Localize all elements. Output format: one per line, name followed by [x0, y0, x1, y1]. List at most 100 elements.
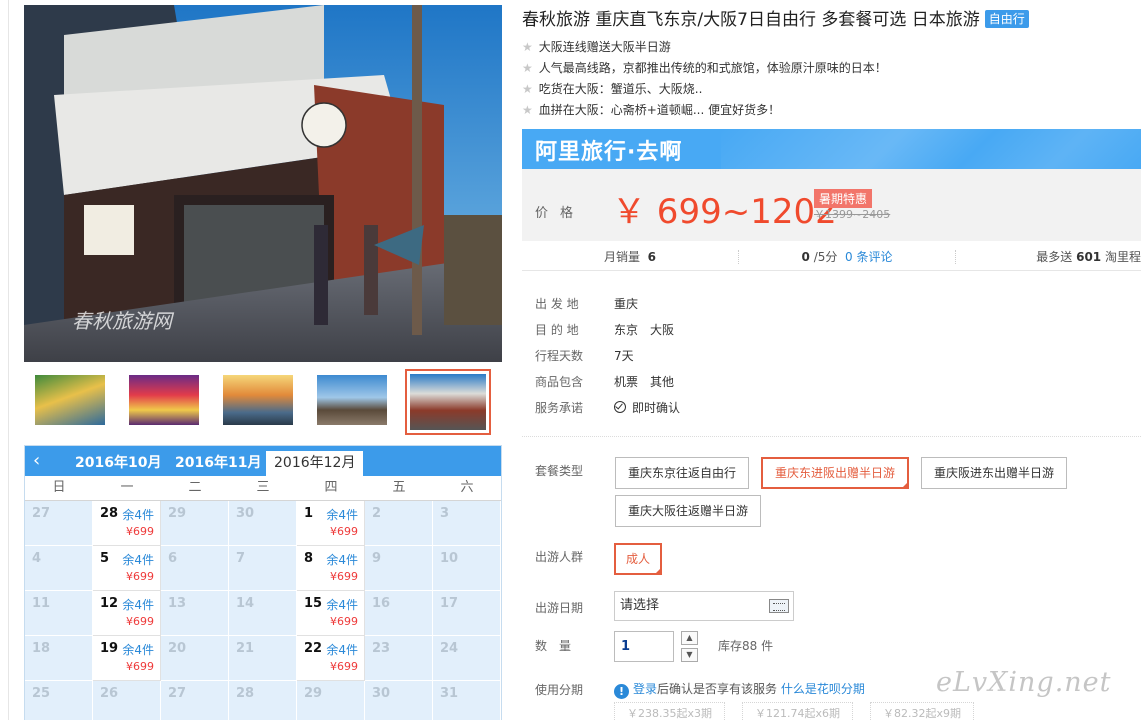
calendar-day: 21: [229, 636, 297, 681]
calendar-day-available[interactable]: 5 余4件 ¥699: [93, 546, 161, 591]
day-price: ¥699: [126, 615, 154, 628]
huabei-installment-link[interactable]: 什么是花呗分期: [781, 682, 865, 696]
tab-month-october[interactable]: 2016年10月: [67, 451, 169, 476]
feature-text: 血拼在大阪：心斋桥+道顿崛... 便宜好货多！: [538, 103, 781, 117]
product-type-badge: 自由行: [984, 10, 1029, 28]
feature-list: ★ 大阪连线赠送大阪半日游 ★ 人气最高线路，京都推出传统的和式旅馆，体验原汁原味的…: [522, 37, 887, 121]
calendar-day-available[interactable]: 15 余4件 ¥699: [297, 591, 365, 636]
weekday-label: 四: [324, 480, 338, 495]
calendar-day-available[interactable]: 19 余4件 ¥699: [93, 636, 161, 681]
rating-summary: 0 /5分 0 条评论: [801, 250, 893, 264]
calendar-day: 27: [161, 681, 229, 720]
day-stock: 余4件: [122, 553, 154, 567]
calendar-day: 26: [93, 681, 161, 720]
package-option-1[interactable]: 重庆东京往返自由行: [615, 457, 750, 489]
package-option-2-selected[interactable]: 重庆东进阪出赠半日游: [761, 457, 910, 489]
installment-option-3[interactable]: ￥238.35起x3期: [614, 702, 725, 720]
day-price: ¥699: [330, 660, 358, 673]
thumbnail-4[interactable]: [312, 370, 392, 430]
quantity-input[interactable]: 1: [614, 631, 674, 662]
day-price: ¥699: [126, 570, 154, 583]
travel-date-picker[interactable]: 请选择: [614, 591, 794, 621]
reviews-link[interactable]: 0 条评论: [845, 250, 892, 264]
check-circle-icon: [614, 401, 626, 413]
section-divider: [522, 436, 1141, 437]
thumbnail-5-selected[interactable]: [405, 369, 491, 435]
calendar-day: 17: [433, 591, 501, 636]
product-title: 春秋旅游 重庆直飞东京/大阪7日自由行 多套餐可选 日本旅游 自由行: [522, 5, 1029, 30]
day-number: 24: [440, 641, 459, 656]
feature-text: 人气最高线路，京都推出传统的和式旅馆，体验原汁原味的日本！: [538, 61, 887, 75]
calendar-day-available[interactable]: 28 余4件 ¥699: [93, 501, 161, 546]
day-price: ¥699: [126, 525, 154, 538]
departure-calendar: ‹ 2016年10月 2016年11月 2016年12月 日 一 二 三 四 五…: [24, 445, 502, 720]
info-row-departure: 出 发 地重庆: [535, 297, 639, 311]
calendar-day: 25: [25, 681, 93, 720]
day-number: 30: [372, 686, 391, 701]
package-type-label: 套餐类型: [535, 464, 584, 478]
day-number: 28: [100, 506, 119, 521]
installment-option-6[interactable]: ￥121.74起x6期: [742, 702, 853, 720]
day-number: 21: [236, 641, 255, 656]
calendar-day: 7: [229, 546, 297, 591]
day-number: 28: [236, 686, 255, 701]
calendar-day-available[interactable]: 1 余4件 ¥699: [297, 501, 365, 546]
calendar-icon[interactable]: [769, 599, 789, 613]
star-icon: ★: [522, 40, 533, 54]
weekday-label: 二: [188, 480, 202, 495]
day-number: 16: [372, 596, 391, 611]
calendar-day: 16: [365, 591, 433, 636]
calendar-day-available[interactable]: 22 余4件 ¥699: [297, 636, 365, 681]
tab-month-november[interactable]: 2016年11月: [167, 451, 269, 476]
day-number: 2: [372, 506, 382, 521]
day-number: 19: [100, 641, 119, 656]
day-number: 12: [100, 596, 119, 611]
thumbnail-1[interactable]: [30, 370, 110, 430]
star-icon: ★: [522, 82, 533, 96]
brand-logo-text: 阿里旅行·去啊: [535, 140, 683, 165]
weekday-label: 三: [256, 480, 270, 495]
day-number: 26: [100, 686, 119, 701]
photo-watermark: 春秋旅游网: [72, 309, 172, 333]
day-number: 18: [32, 641, 51, 656]
star-icon: ★: [522, 61, 533, 75]
installment-option-9[interactable]: ￥82.32起x9期: [870, 702, 974, 720]
info-row-days: 行程天数 7天: [535, 349, 634, 363]
thumbnail-3[interactable]: [218, 370, 298, 430]
main-product-photo: 春秋旅游网: [24, 5, 502, 362]
quantity-increase-button[interactable]: ▲: [681, 631, 698, 645]
login-link[interactable]: 登录: [633, 682, 657, 696]
thumbnail-2[interactable]: [124, 370, 204, 430]
day-price: ¥699: [126, 660, 154, 673]
day-stock: 余4件: [326, 508, 358, 522]
calendar-day-available[interactable]: 8 余4件 ¥699: [297, 546, 365, 591]
day-number: 6: [168, 551, 178, 566]
day-number: 22: [304, 641, 323, 656]
calendar-day: 11: [25, 591, 93, 636]
calendar-day: 13: [161, 591, 229, 636]
tab-month-december[interactable]: 2016年12月: [266, 451, 364, 476]
weekday-label: 六: [460, 480, 474, 495]
calendar-day: 30: [229, 501, 297, 546]
day-number: 27: [168, 686, 187, 701]
calendar-day-available[interactable]: 12 余4件 ¥699: [93, 591, 161, 636]
quantity-decrease-button[interactable]: ▼: [681, 648, 698, 662]
calendar-day: 6: [161, 546, 229, 591]
day-stock: 余4件: [122, 643, 154, 657]
chevron-left-icon[interactable]: ‹: [33, 450, 40, 471]
info-row-service: 服务承诺 即时确认: [535, 401, 681, 415]
day-number: 13: [168, 596, 187, 611]
package-option-3[interactable]: 重庆阪进东出赠半日游: [921, 457, 1068, 489]
info-row-destination: 目 的 地东京 大阪: [535, 323, 675, 337]
info-row-includes: 商品包含 机票 其他: [535, 375, 675, 389]
calendar-day: 10: [433, 546, 501, 591]
package-option-4[interactable]: 重庆大阪往返赠半日游: [615, 495, 762, 527]
page-left-border: [8, 0, 9, 720]
day-number: 25: [32, 686, 51, 701]
calendar-day: 31: [433, 681, 501, 720]
stats-row: 月销量 6 0 /5分 0 条评论 最多送 601 淘里程: [522, 243, 1141, 271]
mileage-points: 最多送 601 淘里程: [1036, 250, 1141, 264]
original-price: ￥1399~2405: [814, 208, 891, 221]
traveler-option-adult-selected[interactable]: 成人: [614, 543, 663, 575]
day-price: ¥699: [330, 570, 358, 583]
